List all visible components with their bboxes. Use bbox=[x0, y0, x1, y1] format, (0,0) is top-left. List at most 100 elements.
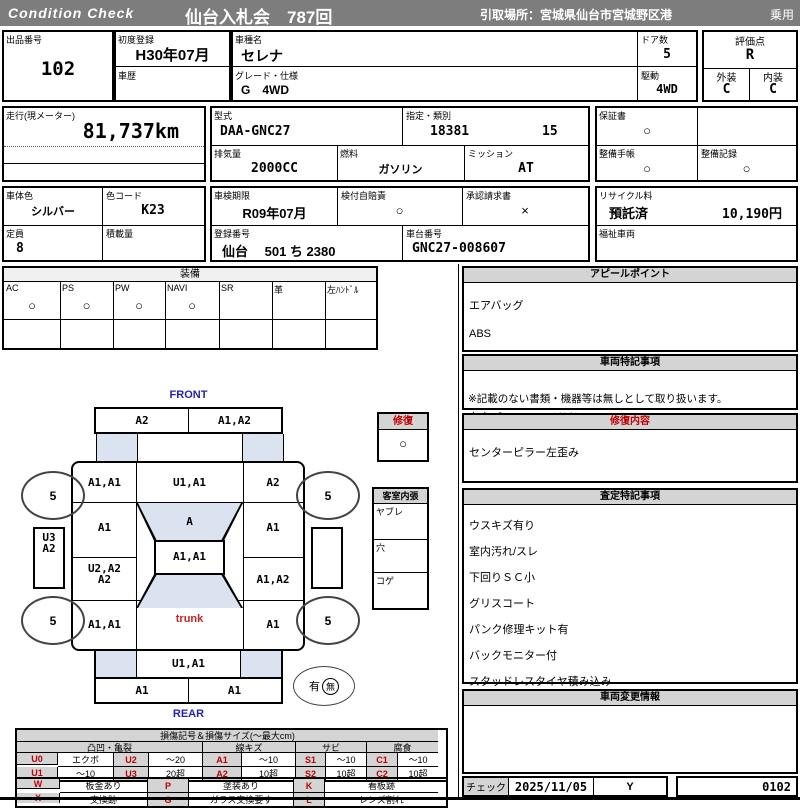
class-value-2: 15 bbox=[542, 124, 558, 139]
assessment-item: 下回りＳＣ小 bbox=[469, 572, 535, 584]
left-side-mark-2: A2 bbox=[42, 542, 56, 555]
right-side-box bbox=[311, 527, 343, 589]
maintenance-book-label: 整備手帳 bbox=[599, 149, 636, 159]
front-bumper-left-mark: A2 bbox=[135, 414, 149, 427]
appeal-item: エアバッグ bbox=[469, 300, 524, 312]
equipment-mark: ○ bbox=[82, 298, 91, 313]
assessment-item: 室内汚れ/スレ bbox=[469, 546, 539, 558]
change-info-panel: 車両変更情報 bbox=[462, 689, 798, 774]
check-date: 2025/11/05 bbox=[509, 778, 594, 795]
drive-label: 駆動 bbox=[641, 71, 660, 81]
insurance-label: 検付自賠責 bbox=[341, 191, 387, 201]
legend-val: 〜20 bbox=[149, 753, 203, 767]
maintenance-record-label: 整備記録 bbox=[701, 149, 738, 159]
spare-yes-label: 有 bbox=[309, 681, 320, 693]
legend-val: エクボ bbox=[58, 753, 114, 767]
model-code-label: 型式 bbox=[214, 111, 233, 121]
legend-val: 〜10 bbox=[398, 753, 438, 767]
doors-value: 5 bbox=[663, 47, 671, 62]
rear-window-mark: U1,A1 bbox=[171, 657, 206, 670]
usage-type: 乗用 bbox=[769, 8, 794, 22]
tire-rear-right: 5 bbox=[296, 596, 360, 645]
displacement-value: 2000CC bbox=[251, 161, 298, 176]
mission-label: ミッション bbox=[468, 149, 514, 159]
legend-code: U0 bbox=[17, 753, 58, 765]
body-color-label: 車体色 bbox=[6, 191, 34, 201]
maintenance-record-mark: ○ bbox=[742, 161, 751, 176]
color-box: 車体色 シルバー 色コード K23 定員 8 積載量 bbox=[2, 186, 206, 262]
fuel-value: ガソリン bbox=[378, 164, 423, 176]
front-left-connector bbox=[96, 434, 138, 461]
odometer-box: 走行(現メーター) 81,737km bbox=[2, 106, 206, 182]
vehicle-notes-title: 車両特記事項 bbox=[464, 356, 796, 371]
chassis-value: GNC27-008607 bbox=[412, 241, 506, 256]
legend-group-scratch: 線キズ bbox=[203, 742, 296, 753]
roof-front-mark: A bbox=[186, 515, 193, 528]
trunk-label: trunk bbox=[175, 613, 204, 625]
welfare-label: 福祉車両 bbox=[599, 229, 636, 239]
equipment-cell-navi: NAVI ○ bbox=[165, 282, 219, 319]
front-bumper-right-mark: A1,A2 bbox=[217, 414, 252, 427]
vehicle-notes-panel: 車両特記事項 ※記載のない書類・機器等は無しとして取り扱います。 bbox=[462, 354, 798, 410]
equipment-cell-pw: PW ○ bbox=[113, 282, 165, 319]
rear-door-left-mark-2: A2 bbox=[97, 573, 112, 586]
displacement-label: 排気量 bbox=[214, 149, 242, 159]
model-box: 車種名 セレナ グレード・仕様 G 4WD ドア数 5 駆動 4WD bbox=[231, 30, 698, 102]
history-label: 車歴 bbox=[118, 71, 137, 81]
grade-value: G 4WD bbox=[241, 83, 290, 97]
warranty-label: 保証書 bbox=[599, 111, 627, 121]
equipment-title: 装備 bbox=[4, 268, 376, 282]
legend-group-dent: 凸凹・亀裂 bbox=[17, 742, 203, 753]
legend-val: 〜10 bbox=[326, 753, 367, 767]
maintenance-book-mark: ○ bbox=[643, 161, 651, 176]
equipment-mark: ○ bbox=[188, 298, 196, 313]
rear-window-bar: U1,A1 bbox=[94, 651, 283, 677]
check-code-box: 0102 bbox=[676, 776, 798, 797]
damage-legend-table-2: W 板金あり P 塗装あり K 看板跡 X 交換跡 G ガラス交換要す L レン… bbox=[15, 777, 448, 808]
appeal-title: アピールポイント bbox=[464, 268, 796, 283]
vehicle-notes-note: ※記載のない書類・機器等は無しとして取り扱います。 bbox=[468, 393, 728, 405]
front-right-connector bbox=[242, 434, 284, 461]
check-label: チェック bbox=[464, 778, 509, 795]
roof-center-mark: A1,A1 bbox=[172, 550, 207, 563]
model-code-value: DAA-GNC27 bbox=[220, 124, 291, 139]
rear-label: REAR bbox=[172, 708, 205, 720]
legend-code: S1 bbox=[296, 753, 326, 767]
equipment-mark: ○ bbox=[28, 298, 36, 313]
approval-mark: × bbox=[521, 203, 529, 218]
assessment-panel: 査定特記事項 ウスキズ有り 室内汚れ/スレ 下回りＳＣ小 グリスコート パンク修… bbox=[462, 488, 798, 688]
assessment-item: ウスキズ有り bbox=[469, 520, 535, 532]
cabin-row-burn: コゲ bbox=[376, 576, 395, 586]
cabin-row-tear: ヤブレ bbox=[374, 504, 427, 540]
tire-front-left: 5 bbox=[21, 471, 85, 520]
inspection-box: 車検期限 R09年07月 検付自賠責 ○ 承認請求書 × 登録番号 仙台 501… bbox=[210, 186, 590, 262]
recycle-fee: 10,190円 bbox=[722, 207, 782, 222]
lot-number-label: 出品番号 bbox=[6, 35, 43, 45]
rear-bumper: A1 A1 bbox=[94, 677, 283, 704]
color-code-value: K23 bbox=[141, 203, 165, 218]
door-right-mark: A1 bbox=[266, 521, 280, 534]
legend-title: 損傷記号＆損傷サイズ(〜最大cm) bbox=[17, 730, 438, 742]
assessment-item: グリスコート bbox=[469, 598, 535, 610]
left-side-box: U3 A2 bbox=[33, 527, 65, 589]
load-label: 積載量 bbox=[106, 229, 134, 239]
model-name-label: 車種名 bbox=[235, 35, 263, 45]
appeal-panel: アピールポイント エアバッグ ABS プッシュスタート ETC 左右パワースライ… bbox=[462, 266, 798, 424]
documents-box: 保証書 ○ 整備手帳 ○ 整備記録 ○ bbox=[595, 106, 798, 182]
doors-label: ドア数 bbox=[641, 35, 669, 45]
damage-legend-table: 損傷記号＆損傷サイズ(〜最大cm) 凸凹・亀裂 線キズ サビ 腐食 U0 エクボ… bbox=[15, 728, 448, 782]
check-code: 0102 bbox=[762, 779, 791, 794]
exterior-value: C bbox=[722, 82, 731, 97]
repair-flag-title: 修復 bbox=[379, 414, 427, 430]
tire-front-right: 5 bbox=[296, 471, 360, 520]
quarter-right-mark: A1 bbox=[266, 618, 280, 631]
fuel-label: 燃料 bbox=[340, 149, 359, 159]
auction-title: 仙台入札会 787回 bbox=[185, 8, 333, 27]
registration-box: 初度登録 H30年07月 車歴 bbox=[114, 30, 231, 102]
legend-val: 看板跡 bbox=[325, 779, 438, 793]
recycle-label: リサイクル料 bbox=[599, 191, 653, 201]
equipment-cell-leather: 革 bbox=[272, 282, 325, 319]
color-code-label: 色コード bbox=[106, 191, 143, 201]
cabin-row-hole: 穴 bbox=[374, 540, 427, 573]
legend-code: P bbox=[148, 779, 189, 793]
